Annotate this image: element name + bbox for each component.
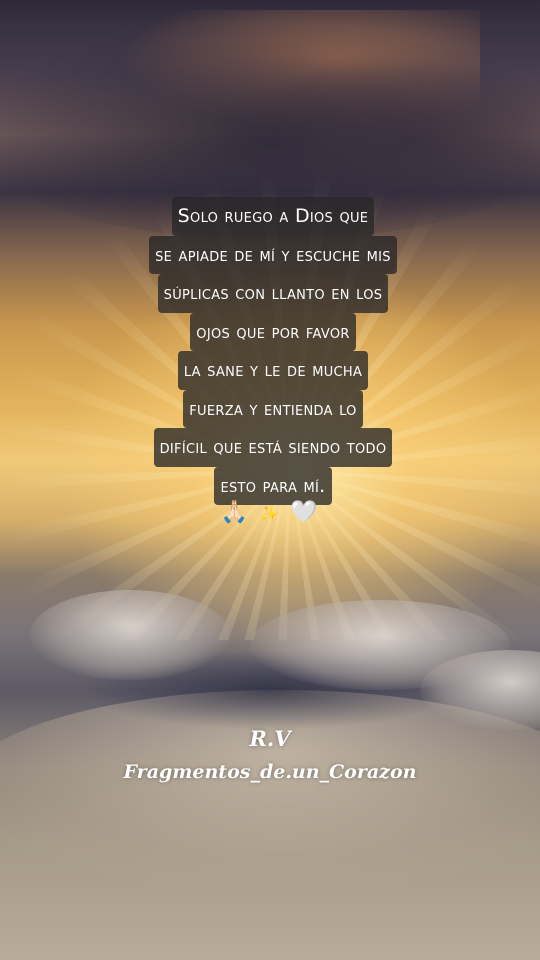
- cloud-puff-left: [30, 590, 230, 680]
- white-heart-icon: 🤍: [289, 500, 320, 525]
- quote-line: Solo ruego a Dios que: [171, 197, 375, 236]
- quote-line: la sane y le de mucha: [177, 351, 369, 390]
- prayer-quote: Solo ruego a Dios que se apiade de mí y …: [100, 197, 446, 505]
- quote-line: fuerza y entienda lo: [183, 389, 363, 428]
- signature-handle: Fragmentos_de.un_Corazon: [123, 761, 417, 783]
- background-sky-image: Solo ruego a Dios que se apiade de mí y …: [0, 0, 540, 960]
- quote-line: difícil que está siendo todo: [153, 428, 393, 467]
- praying-hands-icon: 🙏🏻: [220, 500, 251, 525]
- quote-line: se apiade de mí y escuche mis: [149, 235, 397, 274]
- quote-line: súplicas con llanto en los: [157, 274, 389, 313]
- signature-initials: R.V: [249, 726, 291, 751]
- sparkles-icon: ✨: [259, 504, 281, 523]
- quote-line: ojos que por favor: [190, 312, 356, 351]
- emoji-row: 🙏🏻 ✨ 🤍: [0, 500, 540, 525]
